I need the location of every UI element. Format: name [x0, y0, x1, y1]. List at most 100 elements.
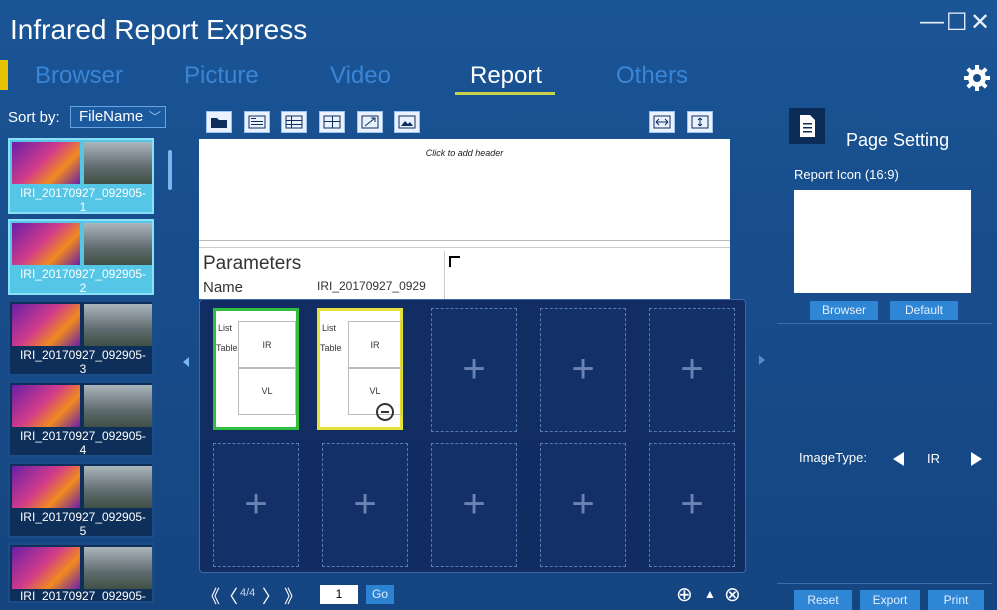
- thumbnail-item[interactable]: IRI_20170927_092905- 2: [8, 219, 154, 295]
- template-card[interactable]: List Table IR VL: [213, 308, 299, 430]
- text-block-icon[interactable]: [244, 111, 270, 133]
- folder-icon[interactable]: [206, 111, 232, 133]
- thumbnail-name: IRI_20170927_092905-: [19, 429, 147, 443]
- thumbnail-name: IRI_20170927_092905-: [19, 267, 147, 281]
- empty-template-slot[interactable]: +: [431, 308, 517, 432]
- ir-preview: [12, 466, 80, 508]
- params-divider: [199, 247, 730, 248]
- page-setting-panel: Page Setting Report Icon (16:9) Browser …: [777, 104, 992, 610]
- collapse-icon[interactable]: ▲: [704, 587, 716, 601]
- minimize-button[interactable]: —: [920, 8, 944, 36]
- thumbnail-name: IRI_20170927_092905-: [19, 589, 147, 603]
- page-number-input[interactable]: 1: [320, 585, 358, 604]
- export-button[interactable]: Export: [860, 590, 920, 610]
- print-button[interactable]: Print: [928, 590, 984, 610]
- vl-preview: [84, 304, 152, 346]
- report-icon-preview[interactable]: [794, 190, 971, 293]
- thumbnail-index: 3: [79, 362, 87, 376]
- thumbnail-item[interactable]: IRI_20170927_092905- 3: [8, 300, 154, 376]
- page-info: 4/4: [240, 587, 256, 599]
- app-title: Infrared Report Express: [10, 14, 308, 45]
- go-button[interactable]: Go: [366, 585, 394, 604]
- fit-height-icon[interactable]: [687, 111, 713, 133]
- browser-button[interactable]: Browser: [810, 301, 878, 320]
- thumbnail-index: 5: [79, 524, 87, 538]
- empty-template-slot[interactable]: +: [431, 443, 517, 567]
- close-button[interactable]: ✕: [970, 8, 990, 37]
- gear-icon[interactable]: [963, 64, 991, 92]
- add-icon[interactable]: ⊕: [676, 582, 693, 607]
- thumbnail-item[interactable]: IRI_20170927_092905- 5: [8, 462, 154, 538]
- thumbnail-index: 2: [79, 281, 87, 295]
- tab-browser[interactable]: Browser: [35, 62, 123, 90]
- thumbnail-item[interactable]: IRI_20170927_092905- 4: [8, 381, 154, 457]
- first-page-icon[interactable]: 《: [202, 583, 220, 609]
- panel-divider: [777, 323, 992, 324]
- image-type-next-icon[interactable]: [971, 452, 982, 466]
- ir-preview: [12, 142, 80, 184]
- plus-icon: +: [680, 347, 704, 391]
- vl-preview: [84, 385, 152, 427]
- thumbnail-item[interactable]: IRI_20170927_092905-: [8, 543, 154, 603]
- next-page-icon[interactable]: 〉: [262, 583, 280, 609]
- tab-others[interactable]: Others: [616, 62, 688, 90]
- thumbnail-item[interactable]: IRI_20170927_092905- 1: [8, 138, 154, 214]
- ir-preview: [12, 547, 80, 589]
- arrow-icon[interactable]: [357, 111, 383, 133]
- prev-template-arrow[interactable]: [183, 357, 189, 367]
- last-page-icon[interactable]: 》: [284, 583, 302, 609]
- sort-select[interactable]: FileName ﹀: [70, 106, 166, 128]
- empty-template-slot[interactable]: +: [213, 443, 299, 567]
- header-divider: [199, 240, 730, 241]
- corner-mark: [449, 256, 460, 267]
- thumbnail-index: 1: [79, 200, 87, 214]
- fit-width-icon[interactable]: [649, 111, 675, 133]
- plus-icon: +: [571, 347, 595, 391]
- list-table-icon[interactable]: [281, 111, 307, 133]
- sidebar-scrollbar[interactable]: [168, 150, 172, 190]
- vl-preview: [84, 223, 152, 265]
- image-icon[interactable]: [394, 111, 420, 133]
- empty-template-slot[interactable]: +: [649, 308, 735, 432]
- report-page[interactable]: Click to add header Parameters Name IRI_…: [199, 139, 730, 299]
- image-placeholder[interactable]: [444, 251, 731, 299]
- grid-table-icon[interactable]: [319, 111, 345, 133]
- reset-button[interactable]: Reset: [794, 590, 852, 610]
- remove-template-icon[interactable]: [376, 403, 394, 421]
- page-setting-icon: [789, 108, 825, 144]
- image-type-value: IR: [927, 451, 940, 466]
- empty-template-slot[interactable]: +: [322, 443, 408, 567]
- template-card[interactable]: List Table IR VL: [317, 308, 403, 430]
- plus-icon: +: [462, 482, 486, 526]
- next-template-arrow[interactable]: [759, 355, 765, 365]
- ir-cell: IR: [348, 321, 402, 369]
- empty-template-slot[interactable]: +: [540, 443, 626, 567]
- tab-report[interactable]: Report: [470, 62, 542, 90]
- default-button[interactable]: Default: [890, 301, 958, 320]
- table-label: Table: [320, 343, 342, 353]
- empty-template-slot[interactable]: +: [540, 308, 626, 432]
- list-label: List: [322, 323, 337, 333]
- name-label: Name: [203, 279, 244, 296]
- sort-value: FileName: [79, 108, 144, 125]
- prev-page-icon[interactable]: 〈: [220, 583, 238, 609]
- plus-icon: +: [571, 482, 595, 526]
- vl-cell: VL: [348, 367, 402, 415]
- close-circle-icon[interactable]: ⊗: [724, 582, 741, 607]
- empty-template-slot[interactable]: +: [649, 443, 735, 567]
- ir-preview: [12, 385, 80, 427]
- thumbnail-index: 4: [79, 443, 87, 457]
- image-type-prev-icon[interactable]: [893, 452, 904, 466]
- table-label: Table: [216, 343, 238, 353]
- plus-icon: +: [462, 347, 486, 391]
- ir-preview: [12, 223, 80, 265]
- sort-label: Sort by:: [8, 109, 60, 126]
- tab-video[interactable]: Video: [330, 62, 391, 90]
- params-title: Parameters: [203, 253, 302, 274]
- ir-cell: IR: [238, 321, 296, 369]
- maximize-button[interactable]: ☐: [946, 8, 968, 37]
- plus-icon: +: [244, 482, 268, 526]
- thumbnail-name: IRI_20170927_092905-: [19, 186, 147, 200]
- header-hint[interactable]: Click to add header: [199, 148, 730, 158]
- tab-picture[interactable]: Picture: [184, 62, 259, 90]
